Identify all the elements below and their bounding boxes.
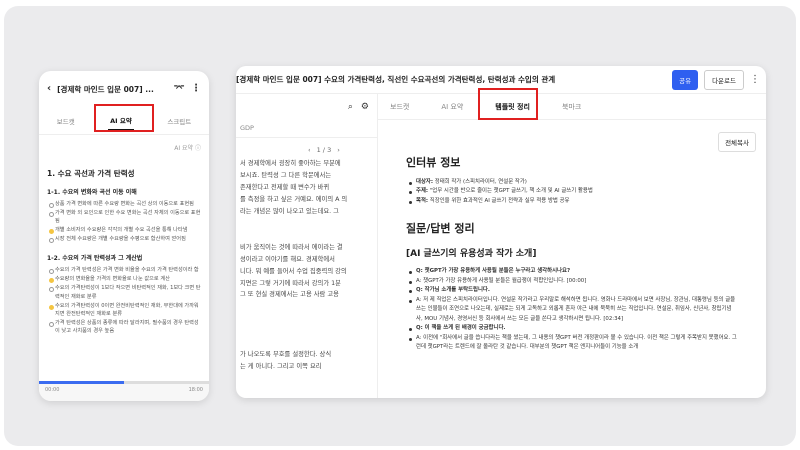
template-content: 인터뷰 정보 대상자: 정태희 작가 (스피치라이터, 연설문 작가) 주제: "… <box>378 120 738 352</box>
section-heading: 1-1. 수요의 변화와 곡선 이동 이해 <box>47 189 137 196</box>
list-item: 목적: 직장인을 위한 효과적인 AI 글쓰기 전략과 실무 적용 방법 공유 <box>406 197 738 206</box>
script-line: 지면은 그렇 거기에 따라서 강의가 1분 <box>240 279 341 287</box>
time-end: 18:00 <box>188 387 203 393</box>
section-heading: 1-2. 수요의 가격 탄력성과 그 계산법 <box>47 255 143 263</box>
list-item: 가격 변화 외 요인으로 인한 수요 변화는 곡선 자체의 이동으로 표현됨 <box>47 209 201 225</box>
desktop-window: [경제학 마인드 입문 007] 수요의 가격탄력성, 직선인 수요곡선의 가격… <box>236 66 766 398</box>
list-item: 수요의 가격탄력성이 0이면 완전비탄력적인 재화, 무한대에 가까워지면 완전… <box>47 302 201 318</box>
progress-track[interactable] <box>39 381 209 384</box>
summary-heading: 1. 수요 곡선과 가격 탄력성 <box>47 169 135 178</box>
list-item: 개별 소비자의 수요량은 각각의 개별 수요 곡선을 통해 나타냄 <box>47 226 201 235</box>
script-line: 라는 개념은 많이 나오고 있는데요. 그 <box>240 207 339 215</box>
script-line: 는 게 아니다. 그리고 이쪽 요리 <box>240 363 322 371</box>
mobile-title: [경제학 마인드 입문 007] ... <box>57 84 154 94</box>
list-item: Q: 챗GPT가 가장 유용하게 사용될 분들은 누구라고 생각하시나요? <box>406 267 738 276</box>
script-text: 서 경제학에서 굉장히 좋아하는 부분에보시죠. 탄력성 그 다른 학문에서는존… <box>236 158 377 373</box>
mobile-summary: 1. 수요 곡선과 가격 탄력성 1-1. 수요의 변화와 곡선 이동 이해 상… <box>39 152 209 340</box>
gear-icon[interactable]: ⚙ <box>361 102 369 112</box>
script-line: 니다. 뭐 예를 들어서 수업 집중력의 강의 <box>240 267 347 275</box>
desktop-tabs: 보드캣 AI 요약 템플릿 정리 북마크 <box>378 88 766 120</box>
mobile-tabs: 보드캣 AI 요약 스크립트 <box>39 104 209 135</box>
list-item: 수요량의 변화율을 가격의 변화율로 나눈 값으로 계산 <box>47 275 201 284</box>
audio-progress[interactable]: 00:00 18:00 <box>39 381 209 401</box>
interview-list: 대상자: 정태희 작가 (스피치라이터, 연설문 작가) 주제: "업무 시간을 … <box>406 178 738 206</box>
script-line <box>236 301 377 313</box>
background-stage: ‹ [경제학 마인드 입문 007] ... ⌤ ⋮ 보드캣 AI 요약 스크립… <box>4 6 796 446</box>
more-vertical-icon[interactable]: ⋮ <box>750 74 760 85</box>
list-item: A: 저 제 직업은 스피치라이터입니다. 연설문 작가라고 우리말로 해석하면… <box>406 296 738 324</box>
script-line: 가 나오도록 부호를 설정한다. 상식 <box>240 351 332 359</box>
tab-ai-summary[interactable]: AI 요약 <box>441 102 463 112</box>
tab-board[interactable]: 보드캣 <box>390 102 409 112</box>
share-button[interactable]: 공유 <box>672 69 699 90</box>
share-icon[interactable]: ⌤ <box>173 84 185 94</box>
search-icon[interactable]: ⌕ <box>348 102 353 112</box>
script-line <box>236 337 377 349</box>
ai-summary-label: AI 요약 ⓘ <box>174 145 201 152</box>
mobile-header: ‹ [경제학 마인드 입문 007] ... ⌤ ⋮ <box>39 71 209 107</box>
qa-subheading: [AI 글쓰기의 유용성과 작가 소개] <box>406 249 537 260</box>
progress-fill <box>39 381 124 384</box>
list-item: 상품 가격 변화에 따른 수요량 변화는 곡선 상의 이동으로 표현됨 <box>47 200 201 209</box>
script-line: 비가 움직이는 것에 따라서 에이라는 결 <box>240 243 343 251</box>
back-arrow-icon[interactable]: ‹ <box>47 84 51 94</box>
tab-board[interactable]: 보드캣 <box>55 112 77 130</box>
prev-page-icon[interactable]: ‹ <box>308 146 311 154</box>
highlight-box <box>478 88 538 120</box>
tab-script[interactable]: 스크립트 <box>165 112 193 130</box>
script-line <box>236 230 377 242</box>
highlight-box <box>94 104 154 132</box>
info-icon: ⓘ <box>194 145 201 152</box>
qa-list: Q: 챗GPT가 가장 유용하게 사용될 분들은 누구라고 생각하시나요? A: … <box>406 267 738 352</box>
tab-bookmark[interactable]: 북마크 <box>562 102 581 112</box>
qa-heading: 질문/답변 정리 <box>406 222 475 236</box>
download-button[interactable]: 다운로드 <box>704 69 744 90</box>
list-item: A: 이전에 "회사에서 글을 씁니다라는 책을 썼는데, 그 내용의 챗GPT… <box>406 334 738 353</box>
list-item: 수요의 가격탄력성이 1보다 작으면 비탄력적인 재화, 1보다 크면 탄력적인… <box>47 284 201 300</box>
script-line: 서 경제학에서 굉장히 좋아하는 부분에 <box>240 160 341 167</box>
script-line: 존재한다고 전제할 때 변수가 바뀌 <box>240 183 330 191</box>
mobile-screen: ‹ [경제학 마인드 입문 007] ... ⌤ ⋮ 보드캣 AI 요약 스크립… <box>39 71 209 401</box>
pager: ‹ 1 / 3 › <box>236 138 377 154</box>
script-line: 를 측정을 하고 싶은 거예요. 에이의 A 의 <box>240 195 348 203</box>
keyword-chip[interactable]: GDP <box>236 120 377 138</box>
script-toolbar: ⌕ ⚙ <box>236 94 377 120</box>
time-start: 00:00 <box>45 387 60 393</box>
interview-heading: 인터뷰 정보 <box>406 156 461 169</box>
list-item: 수요의 가격 탄력성은 가격 변화 비율을 수요의 가격 탄력성이라 함 <box>47 266 201 275</box>
copy-all-button[interactable]: 전체복사 <box>718 132 756 152</box>
script-line <box>236 325 377 337</box>
list-item: 시장 전체 수요량은 개별 수요량을 수평으로 합산하여 얻어짐 <box>47 235 201 244</box>
list-item: Q: 이 책을 쓰게 된 배경이 궁금합니다. <box>406 324 738 333</box>
script-line: 보시죠. 탄력성 그 다른 학문에서는 <box>240 171 332 179</box>
list-item: 가격 탄력성은 상품의 종류에 따라 달라지며, 필수품의 경우 탄력성이 낮고… <box>47 319 201 335</box>
more-vertical-icon[interactable]: ⋮ <box>191 84 201 94</box>
page-indicator: 1 / 3 <box>316 146 332 154</box>
script-panel: ⌕ ⚙ GDP ‹ 1 / 3 › 서 경제학에서 굉장히 좋아하는 부분에보시… <box>236 94 378 398</box>
script-line: 성이라고 이야기를 해요. 경제학에서 <box>240 255 335 263</box>
next-page-icon[interactable]: › <box>337 146 340 154</box>
script-line <box>236 313 377 325</box>
list-item: 대상자: 정태희 작가 (스피치라이터, 연설문 작가) <box>406 178 738 187</box>
script-line <box>236 218 377 230</box>
list-item: 주제: "업무 시간을 반으로 줄이는 챗GPT 글쓰기, 책 소개 및 AI … <box>406 187 738 196</box>
script-line: 그 또 현실 경제에서는 고용 사람 고용 <box>240 291 339 299</box>
desktop-title: [경제학 마인드 입문 007] 수요의 가격탄력성, 직선인 수요곡선의 가격… <box>236 75 556 84</box>
list-item: A: 챗GPT가 가장 유용하게 사용될 분들은 월급쟁이 적합인입니다. [0… <box>406 277 738 286</box>
template-panel: 보드캣 AI 요약 템플릿 정리 북마크 전체복사 인터뷰 정보 대상자: 정태… <box>378 88 766 398</box>
list-item: Q: 작가님 소개를 부탁드립니다. <box>406 286 738 295</box>
